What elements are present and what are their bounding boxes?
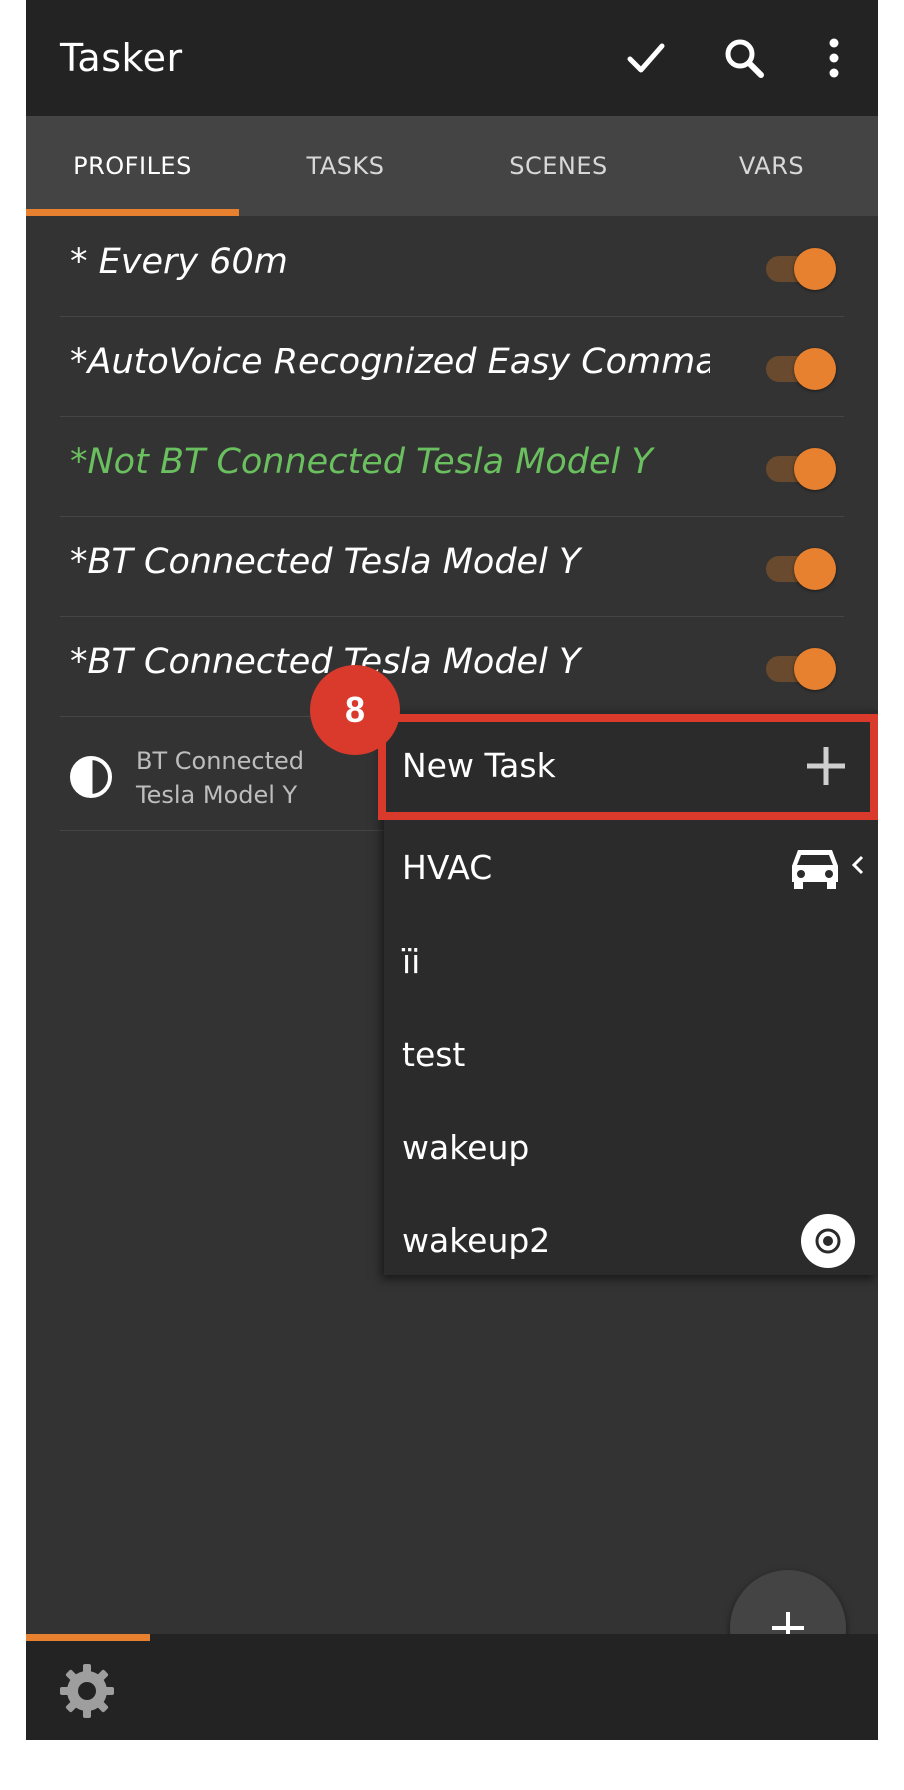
tab-tasks[interactable]: TASKS	[239, 116, 452, 216]
app-bar: Tasker	[26, 0, 878, 116]
profile-toggle[interactable]	[766, 546, 836, 590]
tab-bar: PROFILES TASKS SCENES VARS	[26, 116, 878, 216]
tasker-screen: Tasker PROFILES TASKS SCENES VARS * Ever…	[26, 0, 878, 1740]
profile-row[interactable]: *Not BT Connected Tesla Model Y	[60, 416, 844, 517]
profile-toggle[interactable]	[766, 446, 836, 490]
car-icon	[792, 850, 838, 889]
profile-row[interactable]: *AutoVoice Recognized Easy Commands	[60, 316, 844, 417]
record-icon	[801, 1214, 855, 1268]
menu-item-test[interactable]: test	[384, 1007, 878, 1101]
profile-row[interactable]: *BT Connected Tesla Model Y	[60, 616, 844, 717]
menu-item-task[interactable]: ïi	[384, 914, 878, 1008]
menu-item-wakeup[interactable]: wakeup	[384, 1100, 878, 1194]
bottom-bar	[26, 1634, 878, 1740]
checkmark-icon[interactable]	[620, 32, 672, 84]
app-title: Tasker	[60, 36, 183, 80]
profile-row[interactable]: * Every 60m	[60, 216, 844, 317]
menu-item-new-task[interactable]: New Task	[384, 710, 878, 804]
profile-name: *BT Connected Tesla Model Y	[70, 542, 581, 582]
step-badge: 8	[310, 665, 400, 755]
profile-row[interactable]: *BT Connected Tesla Model Y	[60, 516, 844, 617]
tab-scenes[interactable]: SCENES	[452, 116, 665, 216]
profile-name: *Not BT Connected Tesla Model Y	[70, 442, 653, 482]
half-circle-icon	[70, 756, 112, 798]
gear-icon[interactable]	[58, 1662, 116, 1720]
menu-item-hvac[interactable]: HVAC	[384, 820, 878, 914]
menu-item-wakeup2[interactable]: wakeup2	[384, 1193, 878, 1287]
task-select-menu: New Task HVAC ïi test wakeup wakeup2	[384, 710, 878, 1275]
tab-profiles[interactable]: PROFILES	[26, 116, 239, 216]
more-vert-icon[interactable]	[808, 32, 860, 84]
profile-toggle[interactable]	[766, 346, 836, 390]
profile-name: *AutoVoice Recognized Easy Commands	[70, 342, 710, 382]
tab-vars[interactable]: VARS	[665, 116, 878, 216]
bottom-accent-bar	[26, 1634, 150, 1641]
profile-name: * Every 60m	[70, 242, 288, 282]
profile-toggle[interactable]	[766, 246, 836, 290]
search-icon[interactable]	[718, 32, 770, 84]
plus-icon	[807, 747, 845, 785]
profile-name: *BT Connected Tesla Model Y	[70, 642, 581, 682]
task-name: BT Connected Tesla Model Y	[136, 747, 304, 809]
chevron-left-icon	[851, 855, 864, 875]
profile-toggle[interactable]	[766, 646, 836, 690]
